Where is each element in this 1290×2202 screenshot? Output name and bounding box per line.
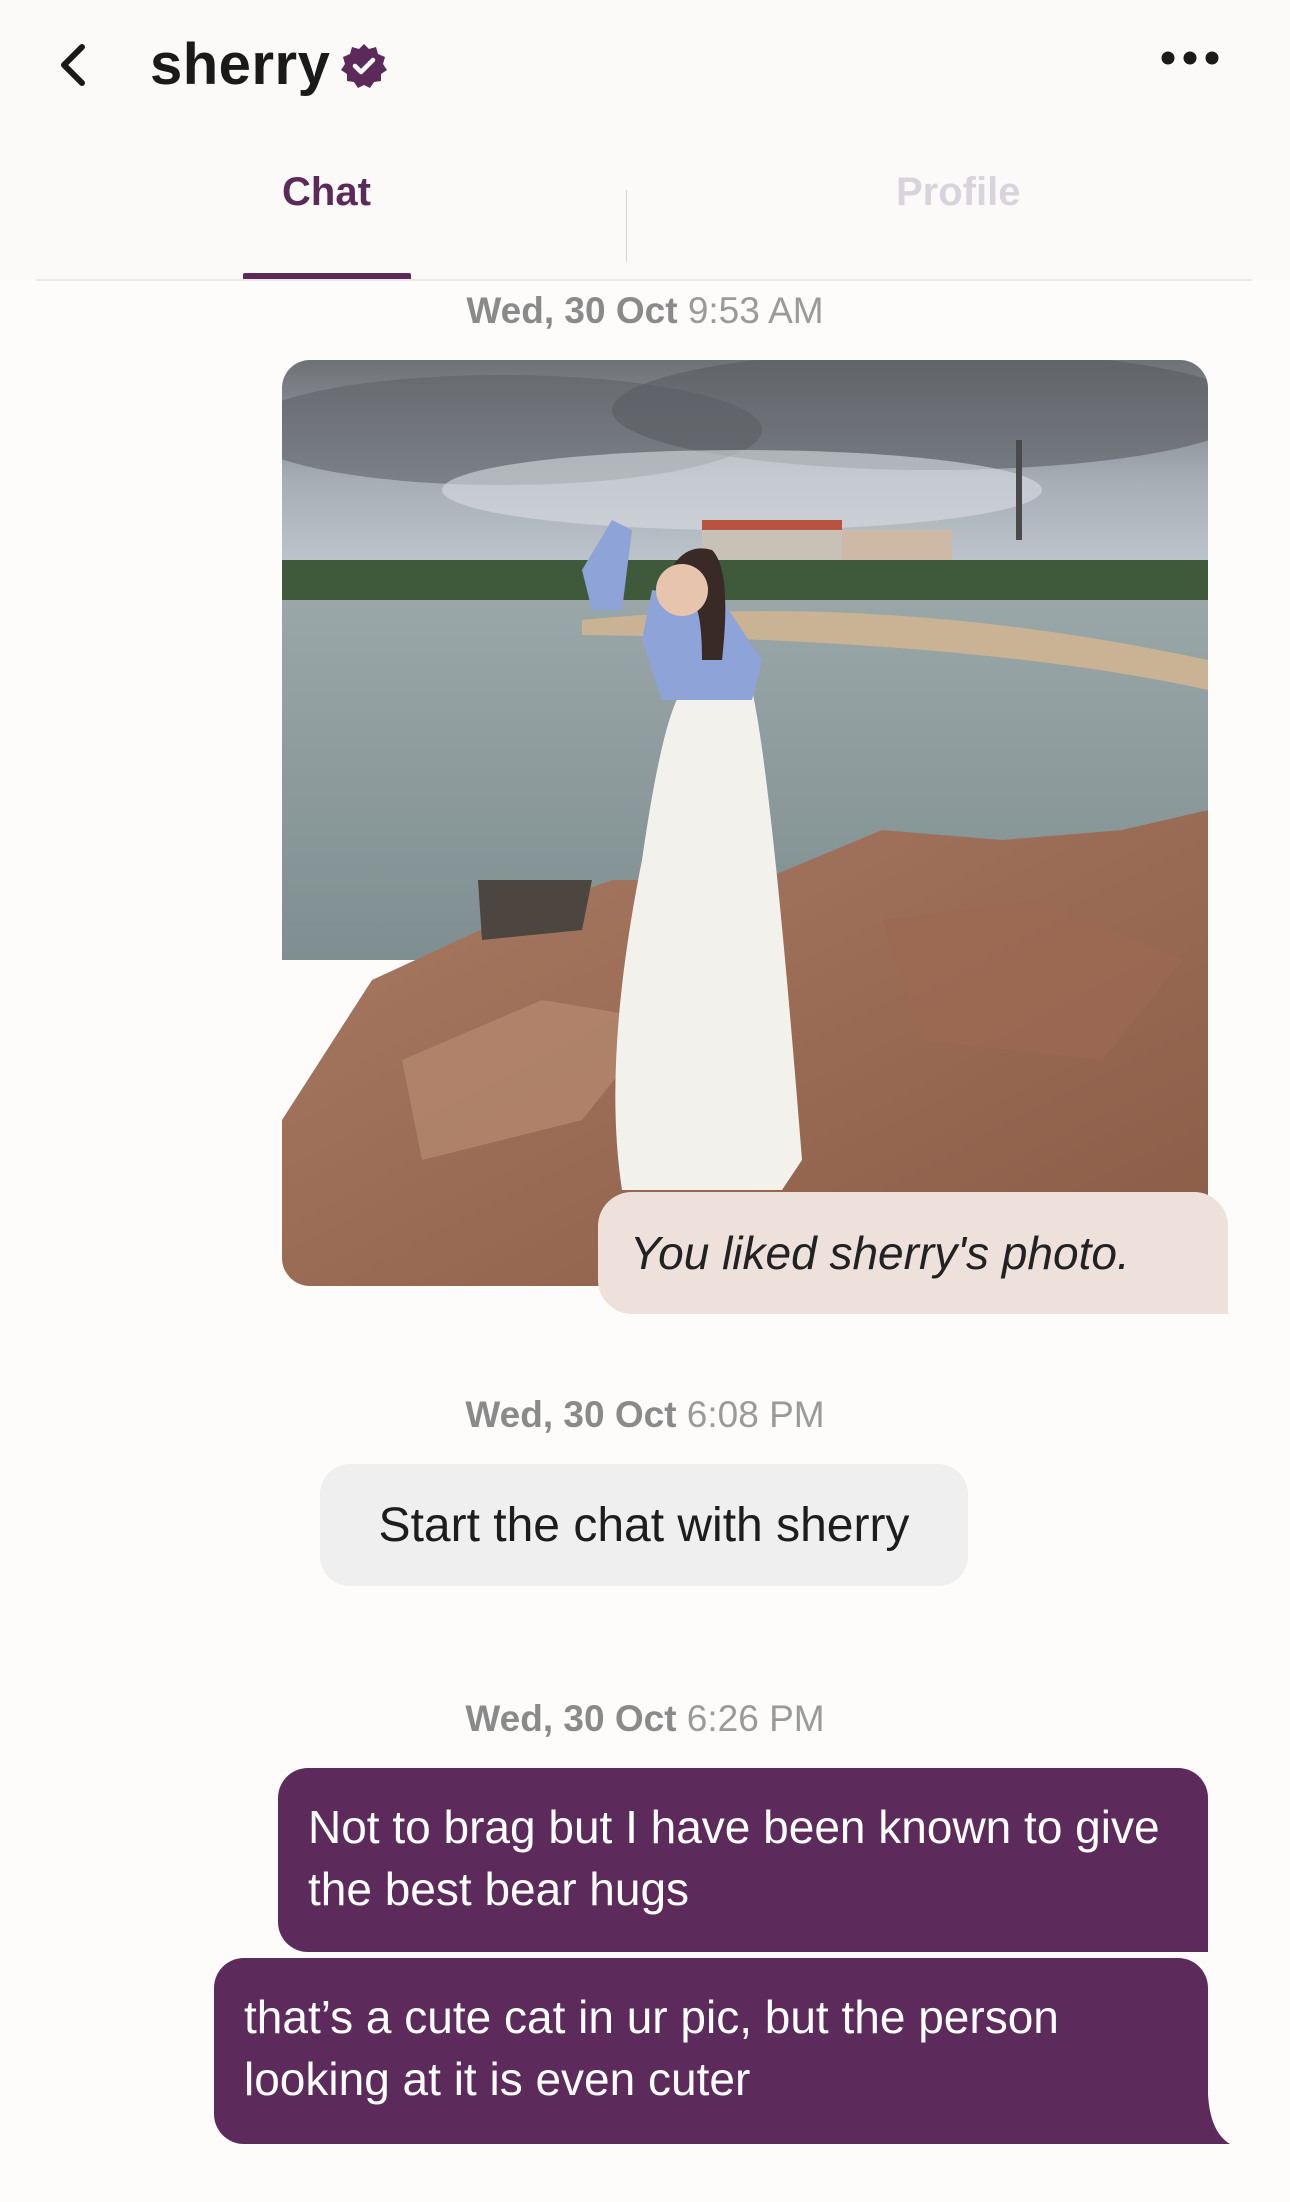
photo-image: [282, 360, 1208, 1286]
conversation-title[interactable]: sherry: [150, 24, 388, 104]
tab-chat[interactable]: Chat: [282, 170, 371, 215]
tab-profile[interactable]: Profile: [896, 170, 1020, 215]
bubble-tail: [1190, 1262, 1230, 1314]
sent-message[interactable]: that’s a cute cat in ur pic, but the per…: [214, 1958, 1208, 2144]
more-horizontal-icon: [1161, 51, 1219, 65]
tab-divider: [626, 190, 627, 262]
message-timestamp: Wed, 30 Oct 6:08 PM: [465, 1394, 825, 1435]
start-chat-prompt[interactable]: Start the chat with sherry: [320, 1464, 968, 1586]
verified-badge-icon: [341, 44, 388, 88]
liked-photo-notice: You liked sherry's photo.: [598, 1192, 1228, 1314]
message-timestamp: Wed, 30 Oct 9:53 AM: [466, 290, 824, 331]
back-button[interactable]: [48, 30, 98, 100]
sent-message[interactable]: Not to brag but I have been known to giv…: [278, 1768, 1208, 1952]
match-name: sherry: [150, 31, 331, 97]
chevron-left-icon: [61, 44, 85, 86]
message-timestamp: Wed, 30 Oct 6:26 PM: [465, 1698, 825, 1739]
tab-bar: Chat Profile: [0, 130, 1290, 281]
more-options-button[interactable]: [1150, 36, 1230, 80]
top-bar: sherry: [0, 0, 1290, 130]
liked-photo[interactable]: [282, 360, 1208, 1286]
tab-bar-divider: [36, 279, 1252, 281]
bubble-tail: [1190, 2094, 1230, 2144]
